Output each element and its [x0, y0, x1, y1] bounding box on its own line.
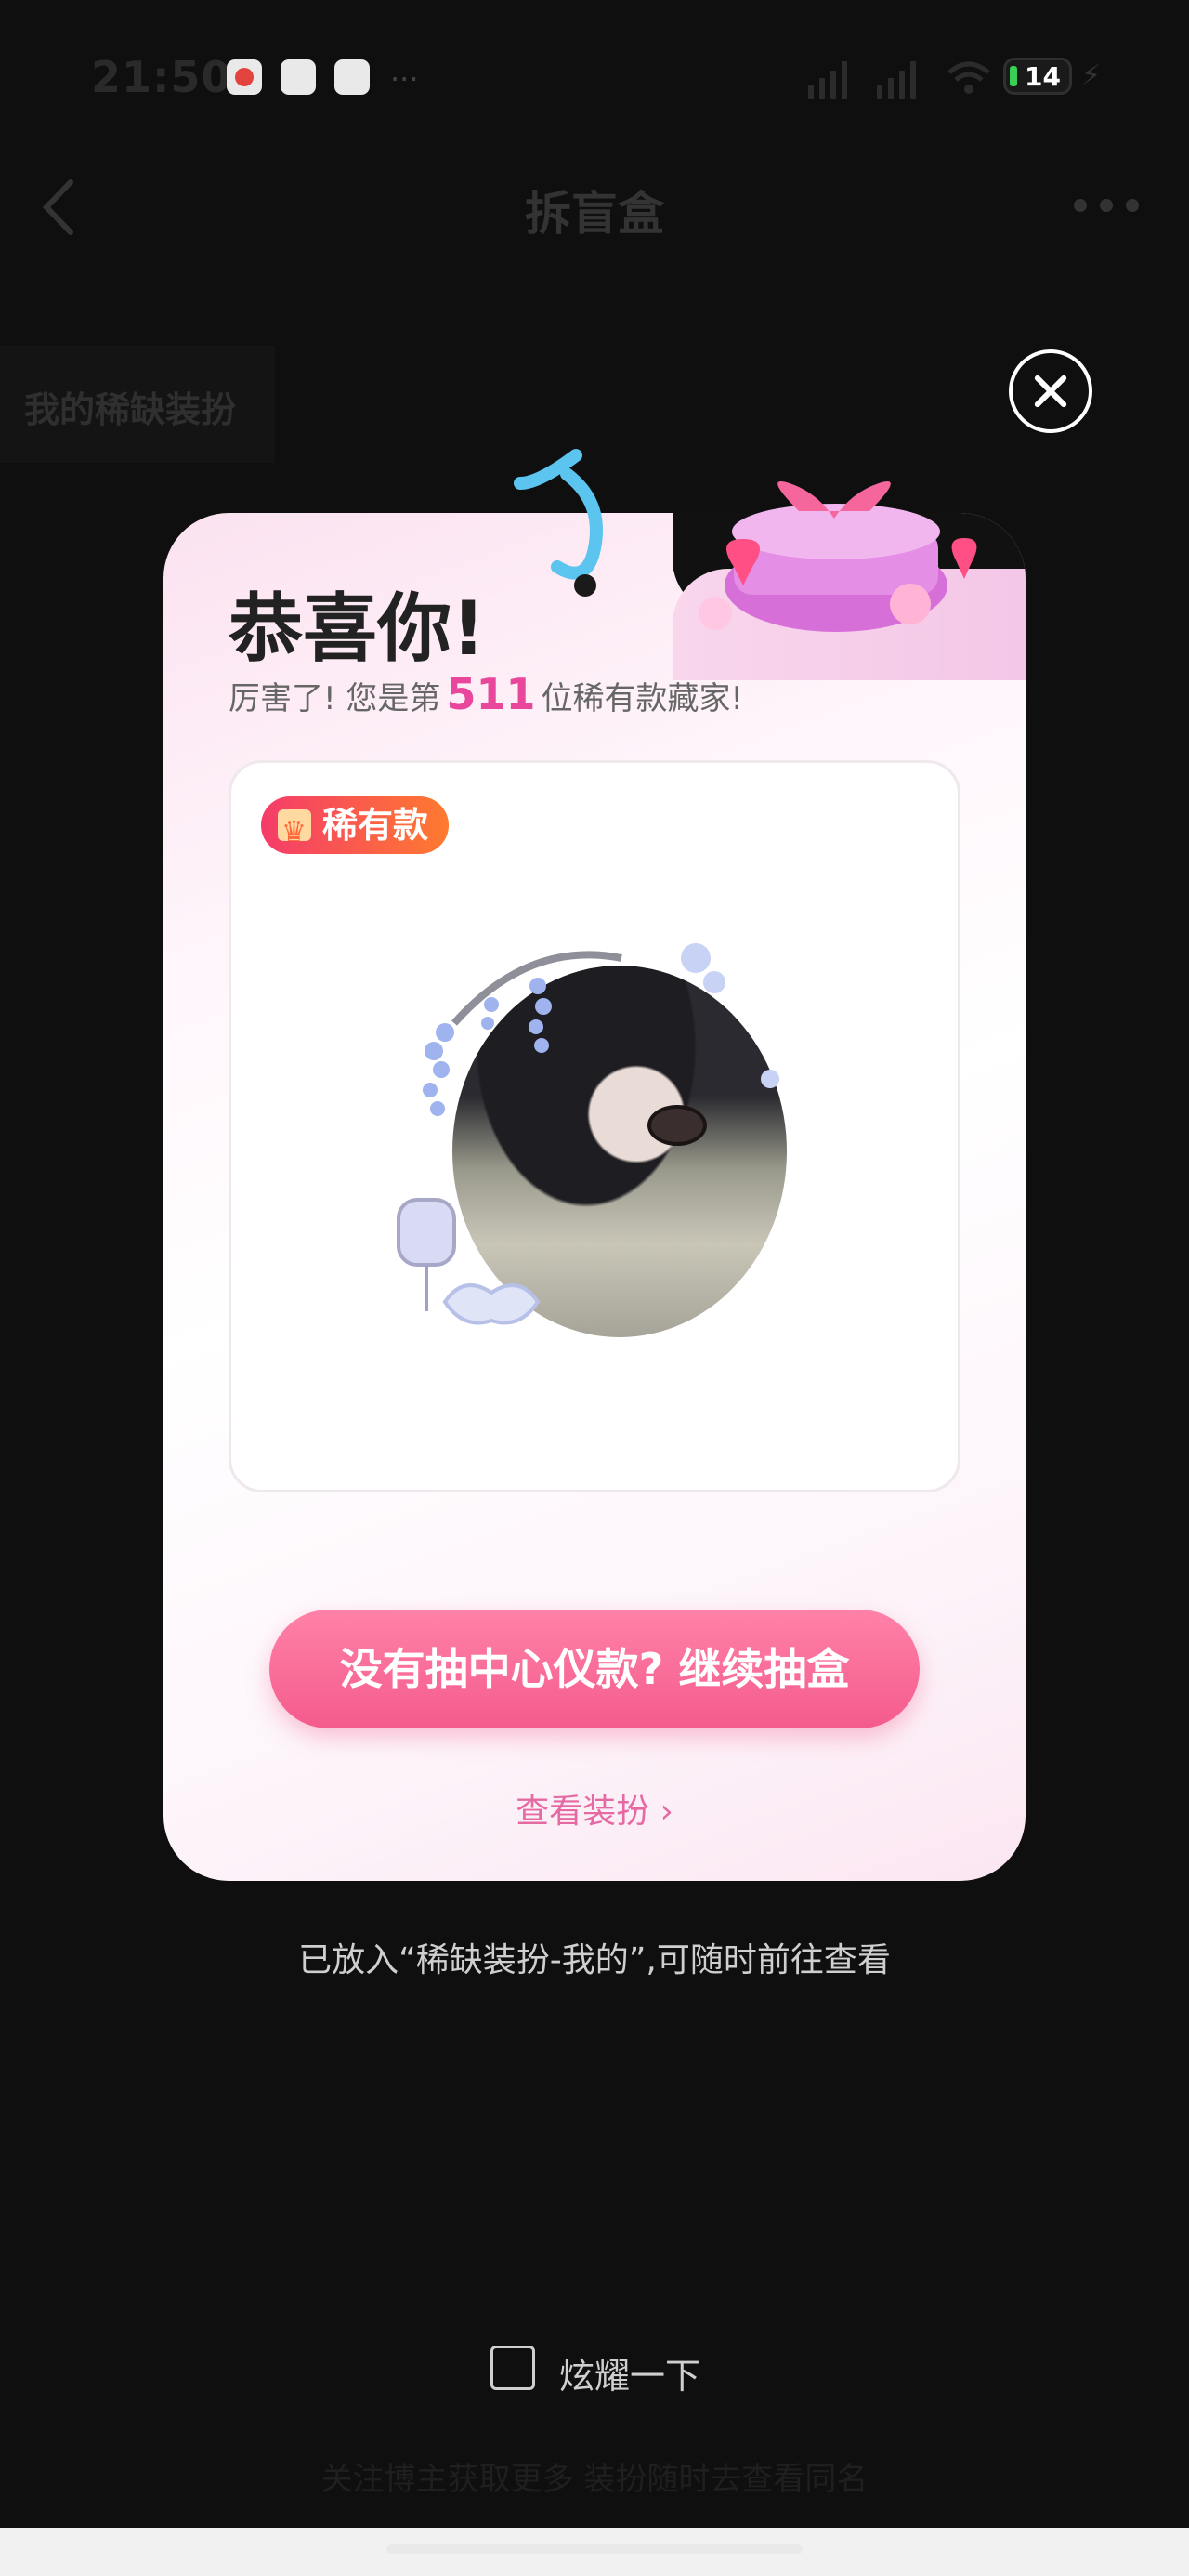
modal-subtitle: 厉害了! 您是第 511 位稀有款藏家!	[229, 669, 743, 719]
rarity-badge-label: 稀有款	[322, 805, 429, 846]
gift-box-icon	[699, 481, 977, 632]
wisteria-frame-icon	[397, 943, 779, 1325]
app-notification-icon	[334, 59, 370, 95]
wifi-icon	[947, 61, 990, 94]
subtitle-suffix: 位稀有款藏家!	[541, 680, 744, 717]
status-time: 21:50	[91, 52, 232, 102]
show-off-checkbox[interactable]	[490, 2346, 535, 2390]
charging-icon: ⚡	[1081, 59, 1102, 92]
footer-faint-text: 关注博主获取更多 装扮随时去查看同名	[320, 2461, 869, 2498]
rare-outfits-tab[interactable]: 我的稀缺装扮	[0, 346, 275, 463]
rarity-badge: 稀有款	[261, 796, 450, 861]
collector-rank: 511	[446, 669, 536, 719]
crown-icon	[278, 804, 311, 861]
weibo-notification-icon	[227, 59, 262, 95]
view-outfit-link[interactable]: 查看装扮 ›	[0, 1784, 1189, 1833]
page-title: 拆盲盒	[525, 187, 664, 241]
continue-draw-button[interactable]: 没有抽中心仪款? 继续抽盒	[269, 1610, 920, 1728]
saved-hint: 已放入“稀缺装扮-我的”,可随时前往查看	[298, 1941, 891, 1979]
subtitle-prefix: 厉害了! 您是第	[229, 680, 441, 717]
app-notification-icon	[281, 59, 316, 95]
battery-level: 14	[1025, 61, 1061, 92]
show-off-label: 炫耀一下	[559, 2356, 701, 2397]
more-notifications: ···	[390, 61, 419, 97]
more-options-icon[interactable]	[1070, 191, 1144, 219]
signal-icon	[877, 56, 933, 99]
rare-outfits-tab-label: 我的稀缺装扮	[24, 389, 237, 430]
battery-indicator: 14	[1003, 58, 1072, 95]
modal-title: 恭喜你!	[229, 585, 486, 672]
status-bar: 21:50 ··· 14 ⚡	[0, 0, 1189, 121]
signal-icon	[808, 56, 864, 99]
avatar-frame-preview	[380, 930, 807, 1358]
home-indicator[interactable]	[386, 2544, 803, 2554]
close-button[interactable]	[1009, 349, 1092, 433]
prize-card: 稀有款	[229, 760, 960, 1492]
ribbon-hook-icon	[514, 449, 603, 597]
